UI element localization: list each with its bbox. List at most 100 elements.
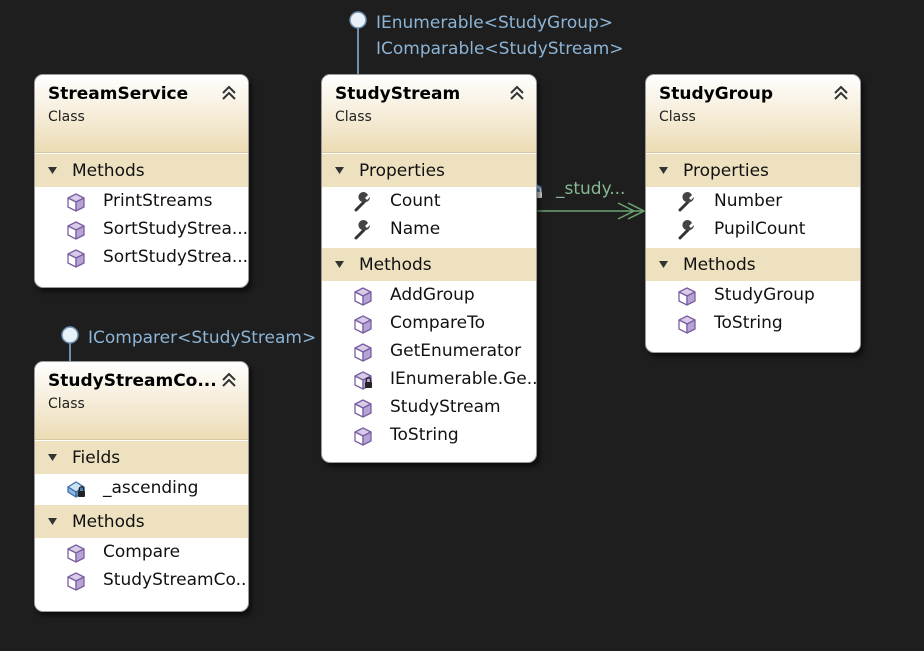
private-field-icon bbox=[67, 481, 86, 498]
class-kind: Class bbox=[335, 109, 372, 125]
member-label: StudyStream bbox=[390, 397, 501, 417]
section-title: Properties bbox=[683, 160, 769, 181]
section-title: Fields bbox=[72, 447, 121, 468]
wrench-icon bbox=[354, 220, 372, 240]
class-box-study-stream-comparer[interactable]: StudyStreamCo... Class Fields _ascending… bbox=[34, 361, 249, 612]
member-property[interactable]: Count bbox=[322, 187, 536, 215]
member-method[interactable]: PrintStreams bbox=[35, 187, 248, 215]
member-method[interactable]: SortStudyStrea... bbox=[35, 215, 248, 243]
member-label: Count bbox=[390, 191, 441, 211]
collapse-chevron-icon[interactable] bbox=[832, 84, 850, 102]
class-kind: Class bbox=[48, 396, 85, 412]
section-title: Methods bbox=[72, 160, 145, 181]
expand-triangle-icon[interactable] bbox=[48, 167, 57, 174]
member-method[interactable]: ToString bbox=[322, 421, 536, 449]
expand-triangle-icon[interactable] bbox=[659, 261, 668, 268]
section-methods[interactable]: Methods bbox=[35, 504, 248, 538]
member-method[interactable]: ToString bbox=[646, 309, 860, 337]
method-icon bbox=[354, 287, 372, 306]
member-label: SortStudyStrea... bbox=[103, 247, 248, 267]
member-label: GetEnumerator bbox=[390, 341, 522, 361]
section-properties[interactable]: Properties bbox=[646, 153, 860, 187]
method-icon bbox=[678, 315, 696, 334]
member-method[interactable]: CompareTo bbox=[322, 309, 536, 337]
section-title: Methods bbox=[683, 254, 756, 275]
section-title: Methods bbox=[359, 254, 432, 275]
interface-label-ienumerable: IEnumerable<StudyGroup> bbox=[376, 13, 614, 33]
class-header[interactable]: StudyGroup Class bbox=[646, 75, 860, 153]
member-label: StudyGroup bbox=[714, 285, 815, 305]
interface-lollipop-comparer[interactable] bbox=[61, 326, 79, 344]
method-icon bbox=[67, 193, 85, 212]
member-method[interactable]: StudyStreamCo... bbox=[35, 566, 248, 594]
section-methods[interactable]: Methods bbox=[322, 247, 536, 281]
interface-lollipop-study-stream[interactable] bbox=[349, 11, 367, 29]
method-icon bbox=[67, 572, 85, 591]
class-name: StreamService bbox=[48, 84, 189, 104]
section-title: Properties bbox=[359, 160, 445, 181]
member-label: Number bbox=[714, 191, 783, 211]
section-title: Methods bbox=[72, 511, 145, 532]
association-label[interactable]: _study... bbox=[556, 179, 625, 199]
expand-triangle-icon[interactable] bbox=[335, 261, 344, 268]
member-label: AddGroup bbox=[390, 285, 475, 305]
member-label: CompareTo bbox=[390, 313, 486, 333]
wrench-icon bbox=[678, 220, 696, 240]
member-method[interactable]: SortStudyStrea... bbox=[35, 243, 248, 271]
wrench-icon bbox=[354, 192, 372, 212]
method-icon bbox=[354, 343, 372, 362]
class-header[interactable]: StreamService Class bbox=[35, 75, 248, 153]
collapse-chevron-icon[interactable] bbox=[220, 84, 238, 102]
method-icon bbox=[354, 427, 372, 446]
member-label: _ascending bbox=[103, 478, 199, 498]
member-label: IEnumerable.Ge... bbox=[390, 369, 536, 389]
member-property[interactable]: PupilCount bbox=[646, 215, 860, 243]
interface-label-icomparable: IComparable<StudyStream> bbox=[376, 39, 624, 59]
class-name: StudyStreamCo... bbox=[48, 371, 217, 391]
method-icon bbox=[354, 315, 372, 334]
class-header[interactable]: StudyStream Class bbox=[322, 75, 536, 153]
member-label: Name bbox=[390, 219, 441, 239]
method-icon bbox=[67, 221, 85, 240]
class-box-study-stream[interactable]: StudyStream Class Properties Count Name … bbox=[321, 74, 537, 463]
class-kind: Class bbox=[48, 109, 85, 125]
wrench-icon bbox=[678, 192, 696, 212]
collapse-chevron-icon[interactable] bbox=[220, 371, 238, 389]
member-field-private[interactable]: _ascending bbox=[35, 474, 248, 502]
class-box-study-group[interactable]: StudyGroup Class Properties Number Pupil… bbox=[645, 74, 861, 353]
member-property[interactable]: Number bbox=[646, 187, 860, 215]
member-method[interactable]: StudyStream bbox=[322, 393, 536, 421]
section-properties[interactable]: Properties bbox=[322, 153, 536, 187]
method-icon bbox=[678, 287, 696, 306]
expand-triangle-icon[interactable] bbox=[48, 518, 57, 525]
method-icon bbox=[354, 399, 372, 418]
class-header[interactable]: StudyStreamCo... Class bbox=[35, 362, 248, 440]
class-name: StudyGroup bbox=[659, 84, 774, 104]
section-methods[interactable]: Methods bbox=[646, 247, 860, 281]
member-method[interactable]: AddGroup bbox=[322, 281, 536, 309]
expand-triangle-icon[interactable] bbox=[659, 167, 668, 174]
member-method[interactable]: StudyGroup bbox=[646, 281, 860, 309]
member-label: StudyStreamCo... bbox=[103, 570, 248, 590]
member-method[interactable]: GetEnumerator bbox=[322, 337, 536, 365]
member-label: Compare bbox=[103, 542, 181, 562]
collapse-chevron-icon[interactable] bbox=[508, 84, 526, 102]
member-label: ToString bbox=[390, 425, 459, 445]
section-fields[interactable]: Fields bbox=[35, 440, 248, 474]
expand-triangle-icon[interactable] bbox=[48, 454, 57, 461]
member-label: SortStudyStrea... bbox=[103, 219, 248, 239]
interface-label-icomparer: IComparer<StudyStream> bbox=[88, 328, 317, 348]
private-method-lock-icon bbox=[354, 371, 373, 390]
member-method-private[interactable]: IEnumerable.Ge... bbox=[322, 365, 536, 393]
method-icon bbox=[67, 544, 85, 563]
section-methods[interactable]: Methods bbox=[35, 153, 248, 187]
member-label: ToString bbox=[714, 313, 783, 333]
class-kind: Class bbox=[659, 109, 696, 125]
expand-triangle-icon[interactable] bbox=[335, 167, 344, 174]
member-property[interactable]: Name bbox=[322, 215, 536, 243]
member-label: PrintStreams bbox=[103, 191, 213, 211]
class-box-stream-service[interactable]: StreamService Class Methods PrintStreams… bbox=[34, 74, 249, 288]
class-name: StudyStream bbox=[335, 84, 461, 104]
member-method[interactable]: Compare bbox=[35, 538, 248, 566]
member-label: PupilCount bbox=[714, 219, 806, 239]
